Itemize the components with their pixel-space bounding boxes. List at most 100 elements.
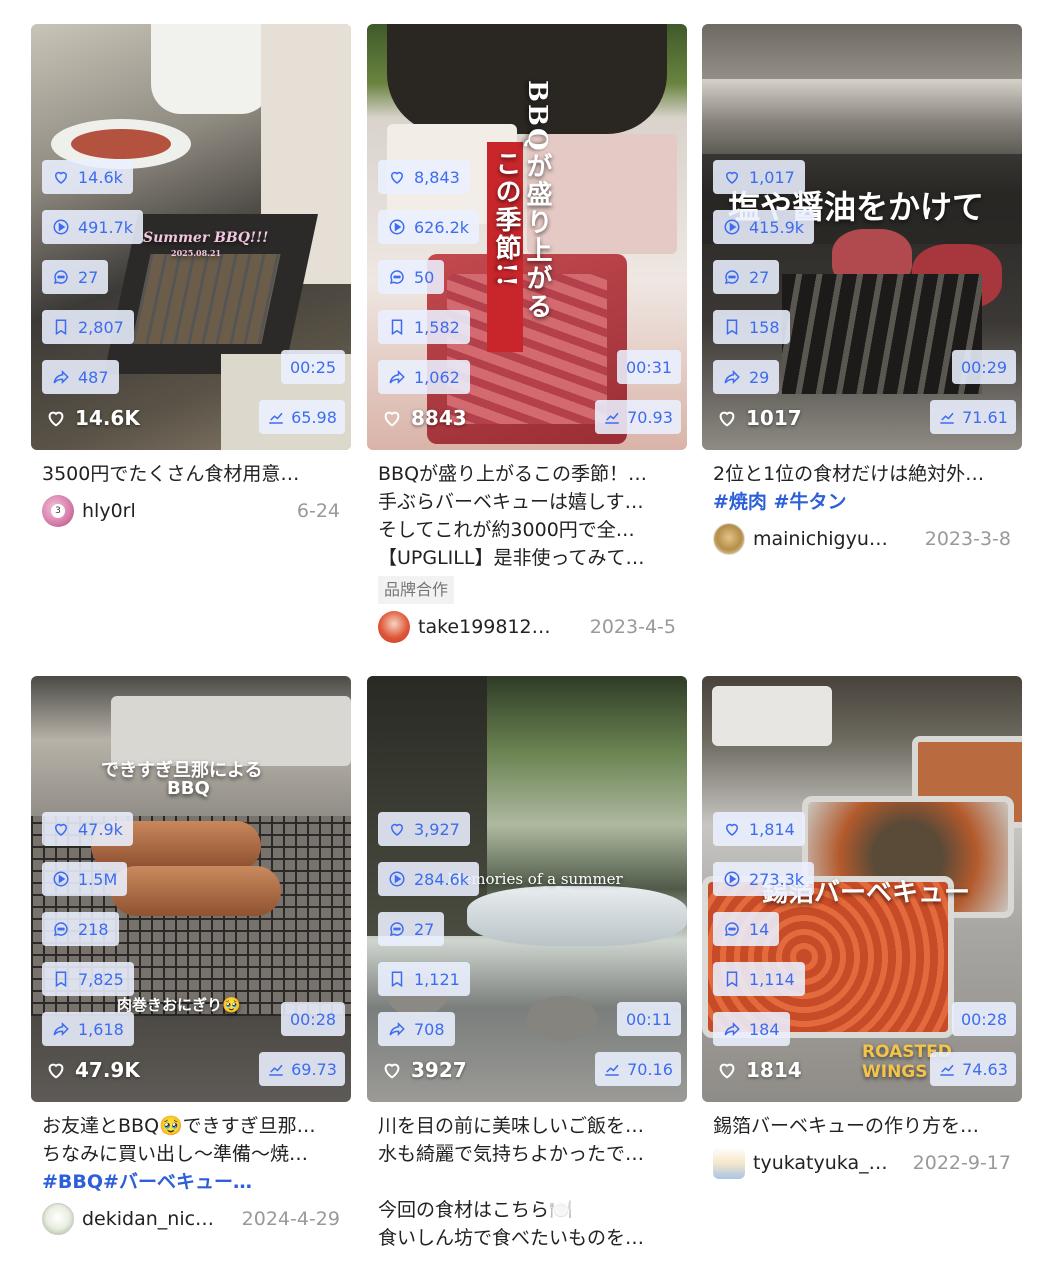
heart-outline-icon	[384, 1063, 400, 1079]
comment-icon	[389, 922, 404, 937]
video-card[interactable]: できすぎ旦那による BBQ 肉巻きおにぎり🥹 47.9k 1.5M 218 7,…	[31, 676, 351, 1236]
bookmark-icon	[55, 971, 67, 988]
save-count: 1,121	[414, 969, 460, 989]
comment-count: 14	[749, 919, 770, 939]
author-row[interactable]: 3 hly0rl 6-24	[42, 494, 340, 528]
video-description[interactable]: 2位と1位の食材だけは絶対外… #焼肉 #牛タン	[713, 460, 1013, 516]
video-duration: 00:25	[281, 350, 345, 384]
video-card[interactable]: Memories of a summer 3,927 284.6k 27 1,1…	[367, 676, 687, 1252]
trend-score: 71.61	[962, 407, 1008, 427]
play-count-chip: 1.5M	[42, 862, 128, 896]
description-line: 錫箔バーベキューの作り方を…	[713, 1115, 980, 1137]
author-name[interactable]: dekidan_nic…	[82, 1208, 242, 1230]
author-name[interactable]: hly0rl	[82, 500, 297, 522]
brand-collab-badge: 品牌合作	[378, 576, 455, 604]
avatar[interactable]	[713, 1147, 745, 1179]
video-overlay-subtext: 2025.08.21	[171, 248, 222, 258]
description-line: 食いしん坊で食べたいものを…	[378, 1227, 645, 1249]
video-overlay-caption: 肉巻きおにぎり🥹	[117, 996, 241, 1014]
share-icon	[724, 369, 740, 385]
video-card[interactable]: BBQが盛り上がる この季節!! 8,843 626.2k 50 1,582 1…	[367, 24, 687, 644]
save-count-chip: 2,807	[42, 310, 134, 344]
trend-chart-icon	[605, 412, 619, 424]
author-name[interactable]: mainichigyu…	[753, 528, 925, 550]
author-row[interactable]: tyukatyuka_… 2022-9-17	[713, 1146, 1011, 1180]
like-count-chip: 8,843	[378, 160, 470, 194]
play-icon	[53, 871, 69, 887]
heart-outline-icon	[48, 1063, 64, 1079]
like-count: 1,017	[749, 167, 795, 187]
comment-count-chip: 50	[378, 260, 445, 294]
like-count: 1,814	[749, 819, 795, 839]
likes-overlay: 3927	[381, 1058, 467, 1082]
heart-icon	[54, 823, 68, 836]
video-card[interactable]: 錫箔バーベキュー ROASTED WINGS 1,814 273.3k 14 1…	[702, 676, 1022, 1180]
video-card[interactable]: Summer BBQ!!! 2025.08.21 14.6k 491.7k 27…	[31, 24, 351, 528]
video-thumbnail[interactable]: 錫箔バーベキュー ROASTED WINGS 1,814 273.3k 14 1…	[702, 676, 1022, 1102]
bookmark-icon	[391, 319, 403, 336]
like-count-chip: 47.9k	[42, 812, 133, 846]
avatar[interactable]	[713, 523, 745, 555]
bookmark-icon	[391, 971, 403, 988]
video-thumbnail[interactable]: Summer BBQ!!! 2025.08.21 14.6k 491.7k 27…	[31, 24, 351, 450]
video-card[interactable]: 塩や醤油をかけて 1,017 415.9k 27 158 29 00:29 71…	[702, 24, 1022, 556]
save-count-chip: 7,825	[42, 962, 134, 996]
video-overlay-subtext: この季節!!	[491, 150, 521, 289]
play-count: 273.3k	[749, 869, 805, 889]
author-name[interactable]: tyukatyuka_…	[753, 1152, 913, 1174]
video-thumbnail[interactable]: Memories of a summer 3,927 284.6k 27 1,1…	[367, 676, 687, 1102]
video-description[interactable]: 錫箔バーベキューの作り方を…	[713, 1112, 1013, 1140]
play-icon	[389, 871, 405, 887]
video-description[interactable]: お友達とBBQ🥹できすぎ旦那… ちなみに買い出し～準備～焼… #BBQ#バーベキ…	[42, 1112, 342, 1196]
author-row[interactable]: take199812… 2023-4-5	[378, 610, 676, 644]
video-description[interactable]: 3500円でたくさん食材用意…	[42, 460, 342, 488]
share-count-chip: 1,062	[378, 360, 470, 394]
heart-icon	[54, 171, 68, 184]
video-description[interactable]: BBQが盛り上がるこの季節！… 手ぶらバーベキューは嬉しす… そしてこれが約30…	[378, 460, 678, 572]
share-count-chip: 708	[378, 1012, 455, 1046]
bookmark-icon	[55, 319, 67, 336]
description-line: 今回の食材はこちら🍽️	[378, 1199, 573, 1221]
video-duration: 00:28	[952, 1002, 1016, 1036]
save-count-chip: 1,121	[378, 962, 470, 996]
avatar[interactable]	[378, 611, 410, 643]
bookmark-icon	[726, 319, 738, 336]
play-count-chip: 491.7k	[42, 210, 144, 244]
like-count: 8,843	[414, 167, 460, 187]
video-description[interactable]: 川を目の前に美味しいご飯を… 水も綺麗で気持ちよかったで… 今回の食材はこちら🍽…	[378, 1112, 678, 1252]
heart-icon	[390, 823, 404, 836]
comment-icon	[389, 270, 404, 285]
author-row[interactable]: dekidan_nic… 2024-4-29	[42, 1202, 340, 1236]
heart-icon	[390, 171, 404, 184]
save-count-chip: 1,114	[713, 962, 805, 996]
video-overlay-text: Summer BBQ!!!	[143, 230, 269, 246]
save-count-chip: 158	[713, 310, 790, 344]
share-icon	[389, 1021, 405, 1037]
likes-overlay: 1017	[716, 406, 802, 430]
likes-overlay: 1814	[716, 1058, 802, 1082]
trend-score-chip: 71.61	[930, 400, 1016, 434]
video-thumbnail[interactable]: 塩や醤油をかけて 1,017 415.9k 27 158 29 00:29 71…	[702, 24, 1022, 450]
hashtag-line[interactable]: #BBQ#バーベキュー…	[42, 1168, 342, 1196]
likes-overlay-count: 8843	[411, 406, 467, 430]
description-line: ちなみに買い出し～準備～焼…	[42, 1143, 309, 1165]
trend-score-chip: 65.98	[259, 400, 345, 434]
hashtag-line[interactable]: #焼肉 #牛タン	[713, 488, 1013, 516]
video-thumbnail[interactable]: BBQが盛り上がる この季節!! 8,843 626.2k 50 1,582 1…	[367, 24, 687, 450]
trend-score-chip: 69.73	[259, 1052, 345, 1086]
save-count: 2,807	[78, 317, 124, 337]
save-count: 158	[749, 317, 780, 337]
comment-count-chip: 27	[42, 260, 109, 294]
trend-score-chip: 70.16	[595, 1052, 681, 1086]
avatar[interactable]: 3	[42, 495, 74, 527]
like-count-chip: 1,814	[713, 812, 805, 846]
play-icon	[724, 219, 740, 235]
share-icon	[389, 369, 405, 385]
video-duration: 00:11	[617, 1002, 681, 1036]
video-duration: 00:28	[281, 1002, 345, 1036]
avatar[interactable]	[42, 1203, 74, 1235]
author-name[interactable]: take199812…	[418, 616, 590, 638]
author-row[interactable]: mainichigyu… 2023-3-8	[713, 522, 1011, 556]
video-thumbnail[interactable]: できすぎ旦那による BBQ 肉巻きおにぎり🥹 47.9k 1.5M 218 7,…	[31, 676, 351, 1102]
play-count: 415.9k	[749, 217, 805, 237]
